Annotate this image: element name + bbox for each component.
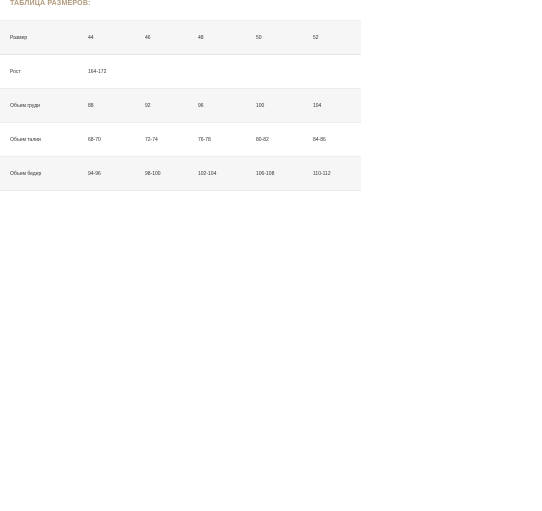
table-cell: 88 <box>78 88 135 123</box>
row-label: Объем груди <box>0 88 78 123</box>
table-cell: 94-96 <box>78 156 135 191</box>
table-cell: 46 <box>135 20 188 55</box>
table-cell: 72-74 <box>135 122 188 157</box>
table-cell: 80-82 <box>246 122 303 157</box>
table-cell: 106-108 <box>246 156 303 191</box>
table-cell: 84-86 <box>303 122 361 157</box>
table-cell: 98-100 <box>135 156 188 191</box>
table-cell: 102-104 <box>188 156 246 191</box>
table-cell: 100 <box>246 88 303 123</box>
table-cell <box>246 54 303 89</box>
table-cell: 68-70 <box>78 122 135 157</box>
table-cell: 92 <box>135 88 188 123</box>
size-table: Размер 44 46 48 50 52 Рост 164-172 Объем… <box>0 20 361 191</box>
table-cell: 50 <box>246 20 303 55</box>
table-row: Объем бедер 94-96 98-100 102-104 106-108… <box>0 156 361 191</box>
table-cell: 48 <box>188 20 246 55</box>
table-cell <box>188 54 246 89</box>
page-title: ТАБЛИЦА РАЗМЕРОВ: <box>10 0 91 7</box>
row-label: Рост <box>0 54 78 89</box>
table-cell: 96 <box>188 88 246 123</box>
table-cell: 104 <box>303 88 361 123</box>
table-cell: 52 <box>303 20 361 55</box>
table-header-row: Размер 44 46 48 50 52 <box>0 20 361 55</box>
table-cell: 110-112 <box>303 156 361 191</box>
row-label: Объем талии <box>0 122 78 157</box>
table-cell <box>303 54 361 89</box>
table-cell: 76-78 <box>188 122 246 157</box>
row-label: Объем бедер <box>0 156 78 191</box>
table-cell: 44 <box>78 20 135 55</box>
table-row: Объем талии 68-70 72-74 76-78 80-82 84-8… <box>0 122 361 157</box>
table-cell <box>135 54 188 89</box>
table-cell: 164-172 <box>78 54 135 89</box>
row-label: Размер <box>0 20 78 55</box>
table-row: Объем груди 88 92 96 100 104 <box>0 88 361 123</box>
table-row: Рост 164-172 <box>0 54 361 89</box>
